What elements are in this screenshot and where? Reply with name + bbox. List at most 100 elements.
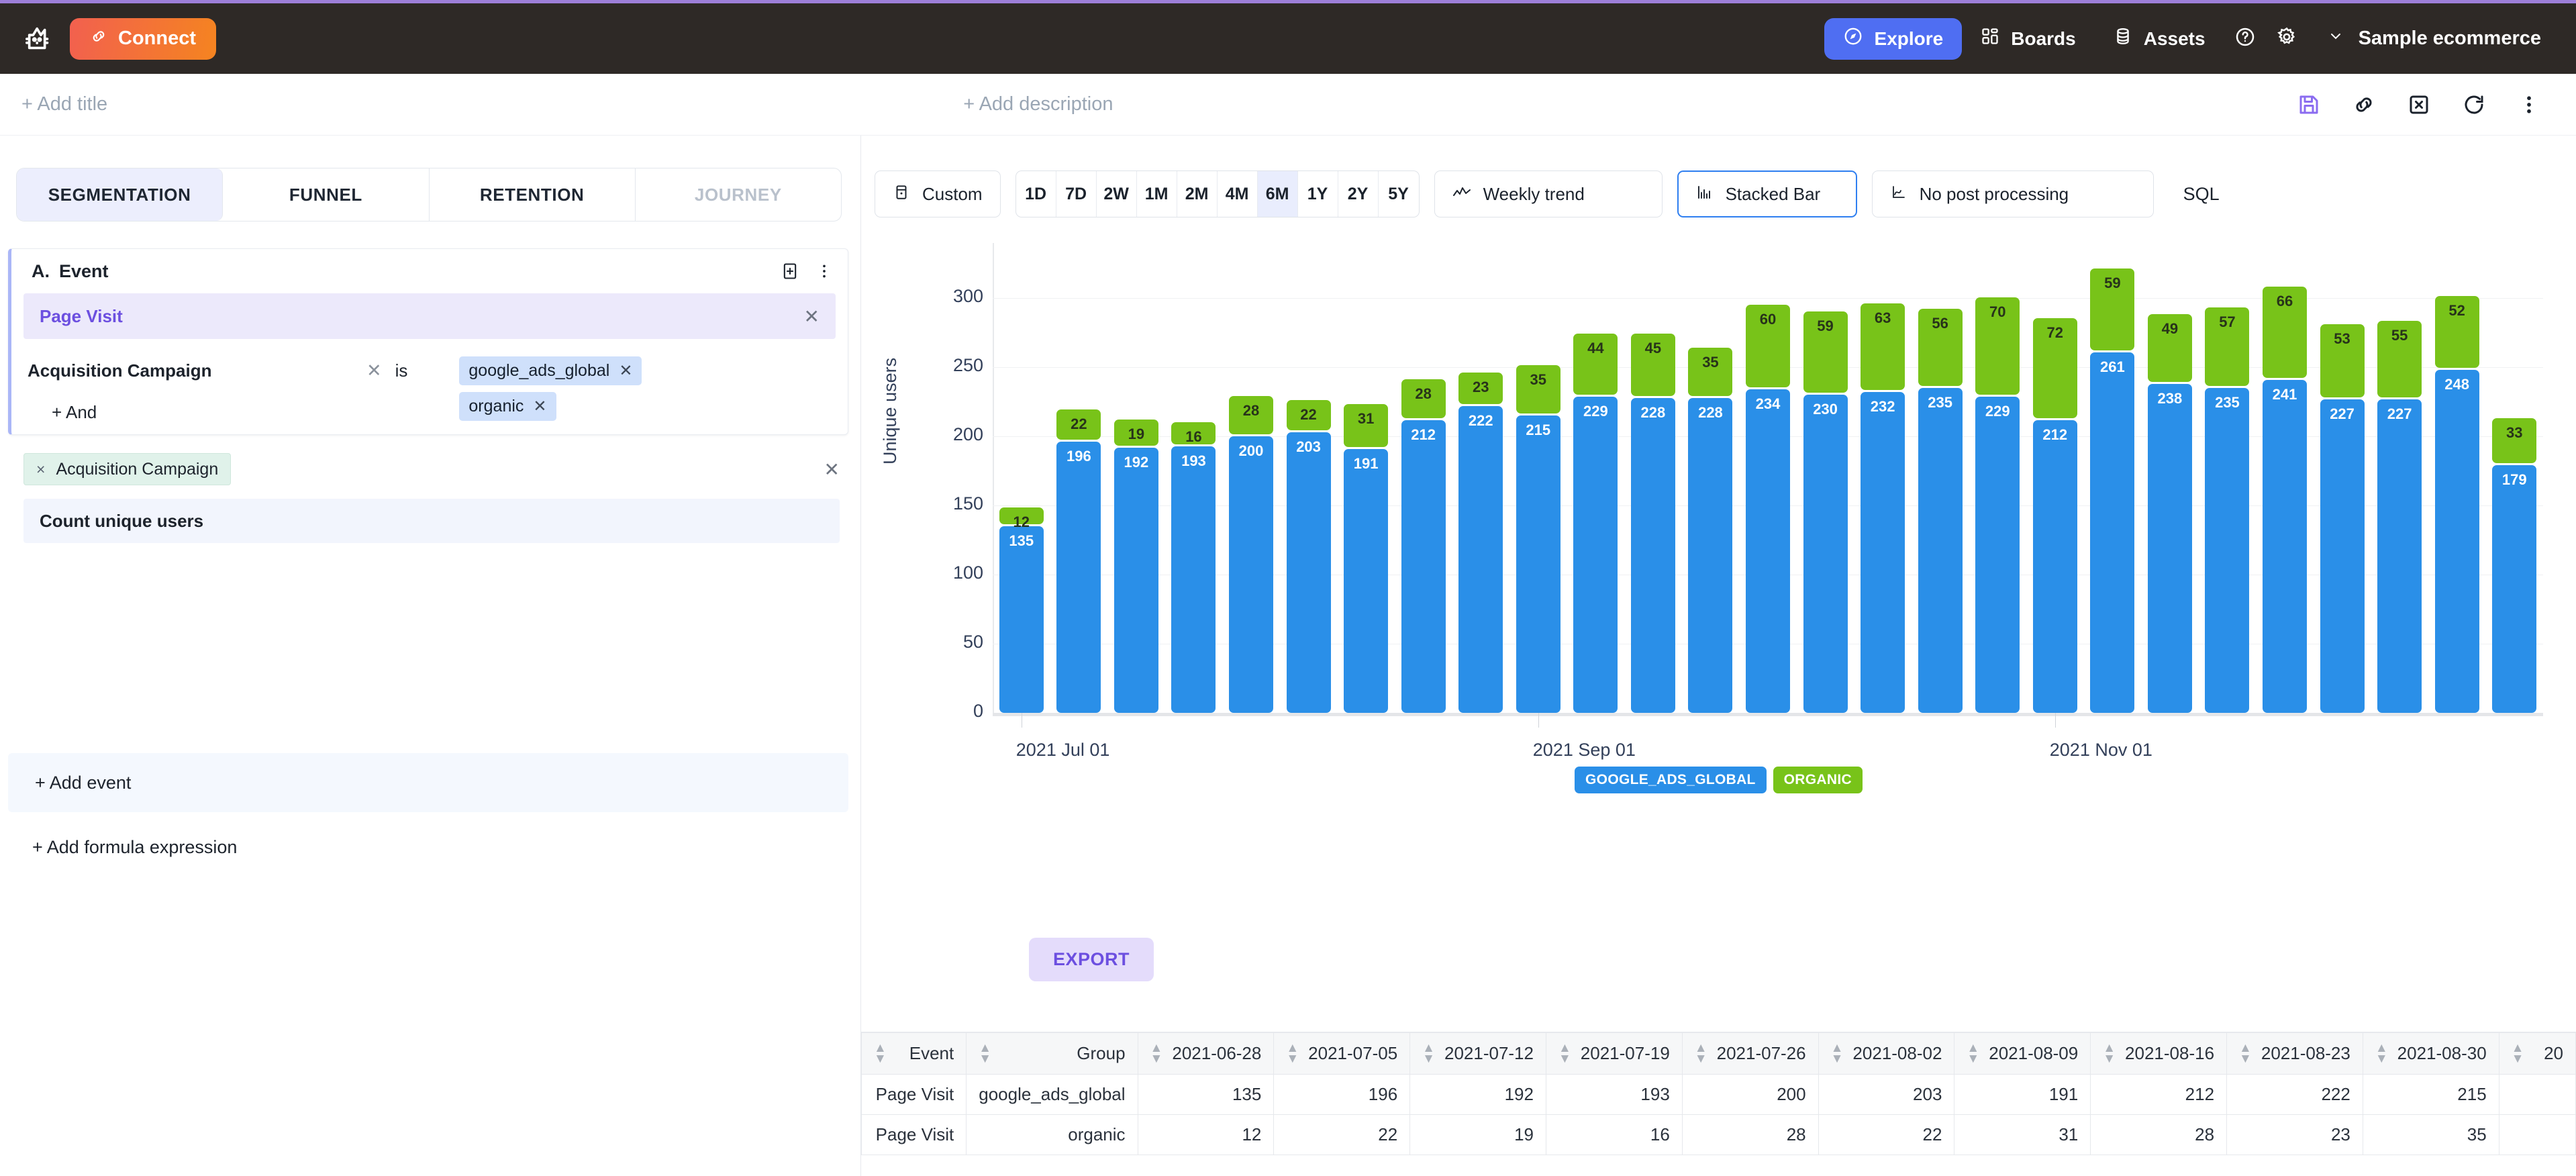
table-column-header[interactable]: ▲▼2021-08-23 bbox=[2227, 1033, 2363, 1075]
bar-segment-organic[interactable]: 63 bbox=[1861, 303, 1905, 391]
legend-item-google-ads-global[interactable]: GOOGLE_ADS_GLOBAL bbox=[1575, 767, 1767, 793]
table-column-header[interactable]: ▲▼2021-08-16 bbox=[2091, 1033, 2227, 1075]
sort-icon[interactable]: ▲▼ bbox=[2375, 1043, 2388, 1063]
bar-segment-organic[interactable]: 35 bbox=[1688, 348, 1732, 396]
legend-item-organic[interactable]: ORGANIC bbox=[1773, 767, 1863, 793]
add-event-button[interactable]: + Add event bbox=[8, 753, 848, 812]
remove-value-icon[interactable]: ✕ bbox=[619, 361, 632, 381]
bar-segment-google-ads-global[interactable]: 235 bbox=[2205, 388, 2249, 713]
bar-segment-google-ads-global[interactable]: 229 bbox=[1573, 397, 1618, 713]
bar-segment-google-ads-global[interactable]: 191 bbox=[1344, 449, 1388, 713]
remove-value-icon[interactable]: ✕ bbox=[533, 397, 546, 416]
add-formula-expression-button[interactable]: + Add formula expression bbox=[32, 837, 237, 858]
remove-filter-icon[interactable]: ✕ bbox=[366, 356, 382, 381]
sql-button[interactable]: SQL bbox=[2183, 184, 2220, 205]
table-column-header[interactable]: ▲▼Group bbox=[967, 1033, 1138, 1075]
add-box-icon[interactable] bbox=[781, 262, 799, 281]
bar-segment-organic[interactable]: 56 bbox=[1918, 309, 1963, 386]
bar-segment-google-ads-global[interactable]: 261 bbox=[2090, 352, 2134, 713]
filter-property-label[interactable]: Acquisition Campaign bbox=[28, 356, 229, 381]
sort-icon[interactable]: ▲▼ bbox=[1831, 1043, 1844, 1063]
bar-segment-organic[interactable]: 31 bbox=[1344, 404, 1388, 447]
bar-segment-google-ads-global[interactable]: 203 bbox=[1287, 432, 1331, 713]
help-button[interactable] bbox=[2224, 18, 2266, 60]
table-column-header[interactable]: ▲▼20 bbox=[2499, 1033, 2575, 1075]
bar-segment-google-ads-global[interactable]: 200 bbox=[1229, 436, 1273, 713]
connect-button[interactable]: Connect bbox=[70, 18, 216, 60]
sort-icon[interactable]: ▲▼ bbox=[2239, 1043, 2252, 1063]
workspace-selector[interactable]: Sample ecommerce bbox=[2328, 28, 2541, 50]
bar-segment-google-ads-global[interactable]: 229 bbox=[1975, 397, 2020, 713]
table-column-header[interactable]: ▲▼2021-07-26 bbox=[1682, 1033, 1818, 1075]
add-description-button[interactable]: + Add description bbox=[963, 93, 1113, 115]
range-2w[interactable]: 2W bbox=[1097, 170, 1137, 217]
app-logo[interactable] bbox=[15, 23, 64, 54]
filter-operator-label[interactable]: is bbox=[395, 356, 408, 381]
add-title-button[interactable]: + Add title bbox=[21, 93, 107, 115]
bar-segment-organic[interactable]: 12 bbox=[999, 507, 1044, 524]
results-table-wrapper[interactable]: ▲▼Event▲▼Group▲▼2021-06-28▲▼2021-07-05▲▼… bbox=[861, 1032, 2576, 1176]
visualization-type-button[interactable]: Stacked Bar bbox=[1677, 170, 1857, 217]
bar-segment-organic[interactable]: 44 bbox=[1573, 334, 1618, 395]
range-6m[interactable]: 6M bbox=[1258, 170, 1298, 217]
save-icon[interactable] bbox=[2294, 90, 2324, 119]
tab-retention[interactable]: RETENTION bbox=[430, 168, 636, 221]
bar-segment-google-ads-global[interactable]: 227 bbox=[2320, 399, 2365, 713]
range-7d[interactable]: 7D bbox=[1056, 170, 1097, 217]
add-and-condition-button[interactable]: + And bbox=[52, 402, 97, 423]
range-1d[interactable]: 1D bbox=[1016, 170, 1056, 217]
bar-segment-organic[interactable]: 57 bbox=[2205, 307, 2249, 386]
bar-segment-google-ads-global[interactable]: 234 bbox=[1746, 389, 1790, 713]
remove-group-by-icon[interactable]: × bbox=[36, 460, 45, 479]
table-column-header[interactable]: ▲▼2021-07-05 bbox=[1274, 1033, 1410, 1075]
bar-segment-google-ads-global[interactable]: 228 bbox=[1631, 398, 1675, 713]
bar-segment-organic[interactable]: 22 bbox=[1287, 400, 1331, 430]
bar-segment-organic[interactable]: 22 bbox=[1056, 409, 1101, 440]
bar-segment-organic[interactable]: 59 bbox=[1803, 311, 1848, 393]
bar-segment-organic[interactable]: 35 bbox=[1516, 365, 1561, 413]
bar-segment-organic[interactable]: 19 bbox=[1114, 420, 1158, 446]
table-column-header[interactable]: ▲▼2021-08-02 bbox=[1818, 1033, 1954, 1075]
bar-segment-organic[interactable]: 33 bbox=[2492, 418, 2536, 464]
bar-segment-organic[interactable]: 60 bbox=[1746, 305, 1790, 388]
bar-segment-organic[interactable]: 28 bbox=[1401, 379, 1446, 418]
nav-item-assets[interactable]: Assets bbox=[2095, 18, 2224, 60]
bar-segment-organic[interactable]: 72 bbox=[2033, 318, 2077, 418]
bar-segment-organic[interactable]: 45 bbox=[1631, 334, 1675, 396]
table-column-header[interactable]: ▲▼2021-08-09 bbox=[1954, 1033, 2091, 1075]
range-2m[interactable]: 2M bbox=[1177, 170, 1218, 217]
bar-segment-google-ads-global[interactable]: 241 bbox=[2263, 380, 2307, 713]
close-box-icon[interactable] bbox=[2404, 90, 2434, 119]
link-icon[interactable] bbox=[2349, 90, 2379, 119]
table-column-header[interactable]: ▲▼2021-08-30 bbox=[2363, 1033, 2499, 1075]
bar-segment-google-ads-global[interactable]: 222 bbox=[1458, 406, 1503, 713]
bar-segment-organic[interactable]: 52 bbox=[2435, 296, 2479, 368]
sort-icon[interactable]: ▲▼ bbox=[2512, 1043, 2524, 1063]
bar-segment-google-ads-global[interactable]: 135 bbox=[999, 526, 1044, 713]
bar-segment-google-ads-global[interactable]: 192 bbox=[1114, 448, 1158, 713]
range-4m[interactable]: 4M bbox=[1218, 170, 1258, 217]
sort-icon[interactable]: ▲▼ bbox=[1286, 1043, 1299, 1063]
post-processing-button[interactable]: No post processing bbox=[1872, 170, 2154, 217]
bar-segment-google-ads-global[interactable]: 227 bbox=[2377, 399, 2422, 713]
bar-segment-google-ads-global[interactable]: 193 bbox=[1171, 446, 1216, 713]
nav-item-explore[interactable]: Explore bbox=[1824, 18, 1963, 60]
bar-segment-google-ads-global[interactable]: 238 bbox=[2148, 384, 2192, 713]
remove-event-icon[interactable]: ✕ bbox=[804, 305, 820, 328]
more-vertical-icon[interactable] bbox=[2514, 90, 2544, 119]
event-name-row[interactable]: Page Visit ✕ bbox=[23, 293, 836, 339]
group-by-chip[interactable]: × Acquisition Campaign bbox=[23, 453, 231, 485]
bar-segment-organic[interactable]: 55 bbox=[2377, 321, 2422, 397]
custom-date-range-button[interactable]: Custom bbox=[875, 170, 1001, 217]
bar-segment-google-ads-global[interactable]: 179 bbox=[2492, 465, 2536, 713]
sort-icon[interactable]: ▲▼ bbox=[1150, 1043, 1163, 1063]
bar-segment-google-ads-global[interactable]: 215 bbox=[1516, 415, 1561, 713]
sort-icon[interactable]: ▲▼ bbox=[1967, 1043, 1979, 1063]
table-column-header[interactable]: ▲▼2021-07-12 bbox=[1410, 1033, 1546, 1075]
range-1m[interactable]: 1M bbox=[1137, 170, 1177, 217]
bar-segment-organic[interactable]: 28 bbox=[1229, 396, 1273, 435]
table-column-header[interactable]: ▲▼Event bbox=[862, 1033, 967, 1075]
tab-segmentation[interactable]: SEGMENTATION bbox=[17, 168, 223, 221]
trend-granularity-button[interactable]: Weekly trend bbox=[1434, 170, 1663, 217]
bar-segment-google-ads-global[interactable]: 196 bbox=[1056, 442, 1101, 713]
